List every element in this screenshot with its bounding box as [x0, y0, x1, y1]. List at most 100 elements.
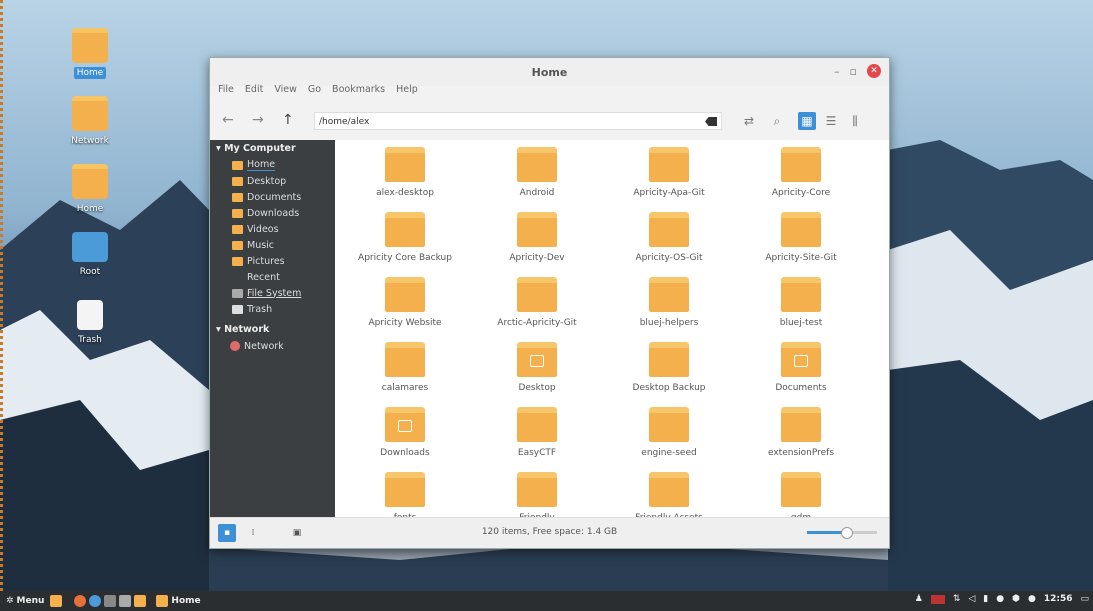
network-tray-icon[interactable]: ⇅: [953, 594, 961, 604]
search-icon[interactable]: ⌕: [768, 112, 786, 130]
menu-label: Menu: [16, 596, 45, 606]
file-item[interactable]: gdm: [735, 472, 867, 518]
sidebar-item-label: Desktop: [247, 175, 287, 187]
compact-view-icon[interactable]: ⫼: [846, 112, 864, 130]
firefox-icon[interactable]: [74, 595, 87, 607]
folder-icon: [232, 208, 243, 218]
zoom-slider[interactable]: [807, 527, 877, 539]
file-item[interactable]: Friendly Assets: [603, 472, 735, 518]
file-label: Desktop: [518, 383, 556, 393]
menu-file[interactable]: File: [218, 84, 234, 95]
sidebar-item-documents[interactable]: Documents: [210, 189, 335, 205]
menu-help[interactable]: Help: [396, 84, 418, 95]
toggle-location-icon[interactable]: ⇄: [740, 112, 758, 130]
taskbar-window-home[interactable]: Home: [156, 595, 201, 607]
file-item[interactable]: Desktop Backup: [603, 342, 735, 410]
status-dot-icon[interactable]: ●: [996, 594, 1004, 604]
titlebar[interactable]: Home – ▫ ✕: [210, 58, 889, 86]
menu-edit[interactable]: Edit: [245, 84, 263, 95]
file-item[interactable]: Apricity-Apa-Git: [603, 147, 735, 215]
zoom-knob[interactable]: [840, 527, 853, 539]
file-item[interactable]: calamares: [339, 342, 471, 410]
sidebar-item-desktop[interactable]: Desktop: [210, 173, 335, 189]
sidebar-item-recent[interactable]: Recent: [210, 269, 335, 285]
back-arrow-icon[interactable]: ←: [222, 112, 234, 128]
user-icon[interactable]: ♟: [915, 594, 923, 604]
sidebar-section-my-computer[interactable]: ▾ My Computer: [210, 140, 335, 157]
file-item[interactable]: Apricity-Core: [735, 147, 867, 215]
desktop-icon-home-2[interactable]: Home: [58, 164, 122, 215]
file-item[interactable]: Apricity-Dev: [471, 212, 603, 280]
settings-icon[interactable]: [104, 595, 117, 607]
sidebar-section-network[interactable]: ▾ Network: [210, 321, 335, 338]
file-item[interactable]: alex-desktop: [339, 147, 471, 215]
drive-icon: [232, 288, 243, 298]
file-item[interactable]: Android: [471, 147, 603, 215]
folder-icon: [156, 595, 169, 607]
sidebar-item-file-system[interactable]: File System: [210, 285, 335, 301]
menu-bookmarks[interactable]: Bookmarks: [332, 84, 385, 95]
browser-icon[interactable]: [89, 595, 102, 607]
desktop-icon-trash[interactable]: Trash: [58, 300, 122, 346]
menu-button[interactable]: ✲ Menu: [6, 596, 44, 606]
clear-icon[interactable]: [705, 117, 717, 126]
menu-view[interactable]: View: [274, 84, 297, 95]
volume-icon[interactable]: ◁: [968, 594, 975, 604]
folder-icon: [385, 277, 425, 312]
file-item[interactable]: Downloads: [339, 407, 471, 475]
battery-icon[interactable]: ▮: [983, 594, 988, 604]
minimize-button[interactable]: –: [834, 65, 840, 78]
close-button[interactable]: ✕: [867, 64, 881, 78]
file-label: Documents: [775, 383, 827, 393]
folder-icon: [232, 176, 243, 186]
maximize-button[interactable]: ▫: [850, 65, 857, 78]
notification-icon[interactable]: ▭: [1080, 594, 1089, 604]
file-item[interactable]: Apricity Website: [339, 277, 471, 345]
shield-icon[interactable]: ⬢: [1012, 594, 1020, 604]
file-item[interactable]: engine-seed: [603, 407, 735, 475]
desktop-icon-root[interactable]: Root: [58, 232, 122, 278]
forward-arrow-icon[interactable]: →: [252, 112, 264, 128]
flag-icon[interactable]: [930, 594, 945, 604]
menu-go[interactable]: Go: [308, 84, 321, 95]
file-item[interactable]: fonts: [339, 472, 471, 518]
file-item[interactable]: bluej-helpers: [603, 277, 735, 345]
sidebar-item-pictures[interactable]: Pictures: [210, 253, 335, 269]
desktop-icon-network[interactable]: Network: [58, 96, 122, 147]
desktop-icon-home[interactable]: Home: [58, 28, 122, 79]
location-input[interactable]: /home/alex: [314, 112, 722, 130]
file-item[interactable]: Arctic-Apricity-Git: [471, 277, 603, 345]
taskbar: ✲ Menu Home ♟ ⇅ ◁ ▮ ● ⬢ ● 12:56 ▭: [0, 591, 1093, 611]
files-icon[interactable]: [134, 595, 147, 607]
up-arrow-icon[interactable]: ↑: [282, 112, 294, 128]
file-label: bluej-test: [779, 318, 823, 328]
show-desktop-icon[interactable]: [50, 595, 63, 607]
sidebar-item-downloads[interactable]: Downloads: [210, 205, 335, 221]
sidebar-item-music[interactable]: Music: [210, 237, 335, 253]
sidebar-item-home[interactable]: Home: [210, 157, 335, 173]
file-item[interactable]: Apricity-OS-Git: [603, 212, 735, 280]
folder-icon: [517, 472, 557, 507]
file-item[interactable]: Friendly: [471, 472, 603, 518]
file-label: Downloads: [380, 448, 430, 458]
icon-view-icon[interactable]: ▦: [798, 112, 816, 130]
desktop-icon-label: Home: [73, 67, 107, 79]
folder-emblem-icon: [794, 355, 808, 367]
network-icon: [230, 341, 240, 351]
list-view-icon[interactable]: ☰: [822, 112, 840, 130]
file-item[interactable]: Desktop: [471, 342, 603, 410]
taskbar-window-label: Home: [171, 596, 201, 606]
file-item[interactable]: Apricity-Site-Git: [735, 212, 867, 280]
power-icon[interactable]: ●: [1028, 594, 1036, 604]
file-item[interactable]: Apricity Core Backup: [339, 212, 471, 280]
sidebar-item-network[interactable]: Network: [210, 338, 335, 354]
sidebar-item-trash[interactable]: Trash: [210, 301, 335, 317]
folder-icon: [781, 277, 821, 312]
file-item[interactable]: EasyCTF: [471, 407, 603, 475]
clock[interactable]: 12:56: [1044, 594, 1073, 604]
file-item[interactable]: Documents: [735, 342, 867, 410]
file-item[interactable]: extensionPrefs: [735, 407, 867, 475]
sidebar-item-videos[interactable]: Videos: [210, 221, 335, 237]
file-item[interactable]: bluej-test: [735, 277, 867, 345]
terminal-icon[interactable]: [119, 595, 132, 607]
